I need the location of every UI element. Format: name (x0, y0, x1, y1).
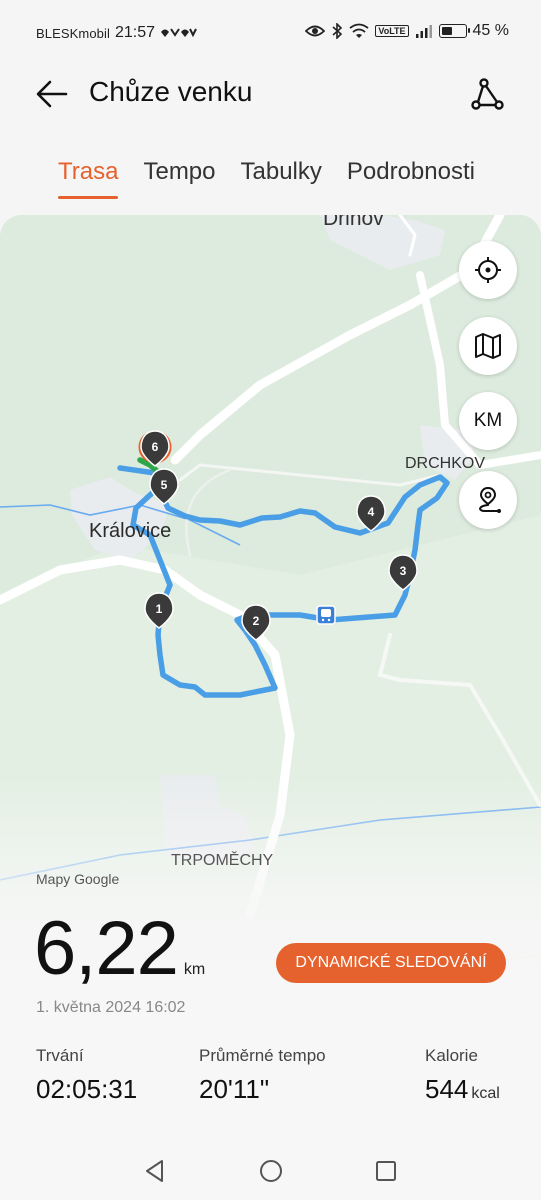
status-left: BLESKmobil 21:57 (36, 24, 197, 42)
route-pin-icon (479, 486, 501, 513)
km-marker-3-label: 3 (400, 564, 407, 578)
stat-duration-label: Trvání (36, 1046, 84, 1065)
app-header: Chůze venku (0, 66, 541, 126)
place-label-trpomechy: TRPOMĚCHY (171, 852, 274, 869)
km-marker-2-label: 2 (253, 614, 260, 628)
back-arrow-icon[interactable] (34, 76, 70, 112)
map-type-button[interactable] (459, 317, 517, 375)
live-tracking-button[interactable]: DYNAMICKÉ SLEDOVÁNÍ (276, 943, 506, 983)
page-title: Chůze venku (89, 76, 253, 107)
back-triangle-icon[interactable] (142, 1158, 168, 1184)
place-label-drinov: Drinov (323, 215, 384, 230)
km-marker-4-label: 4 (368, 505, 375, 519)
stat-pace: Průměrné tempo 20'11" (199, 1046, 326, 1105)
home-circle-icon[interactable] (258, 1158, 284, 1184)
km-marker-5-label: 5 (161, 478, 168, 492)
place-label-kralovice: Královice (89, 520, 172, 542)
status-right: VoLTE 45 % (305, 22, 509, 40)
km-marker-6-label: 6 (152, 440, 159, 454)
recenter-button[interactable] (459, 241, 517, 299)
status-bar: BLESKmobil 21:57 VoLTE 45 % (0, 0, 541, 66)
stat-calories-label: Kalorie (425, 1046, 478, 1065)
battery-icon (438, 24, 470, 38)
recents-square-icon[interactable] (373, 1158, 399, 1184)
wifi-calling-icon (161, 28, 197, 38)
tab-bar: Trasa Tempo Tabulky Podrobnosti (58, 158, 475, 199)
crosshair-icon (475, 257, 501, 283)
stat-pace-value: 20'11" (199, 1074, 270, 1104)
route-replay-button[interactable] (459, 471, 517, 529)
stat-duration-value: 02:05:31 (36, 1074, 138, 1104)
stat-pace-label: Průměrné tempo (199, 1046, 326, 1065)
tab-charts[interactable]: Tabulky (241, 158, 322, 186)
train-station-icon (316, 605, 336, 625)
activity-date: 1. května 2024 16:02 (36, 999, 186, 1016)
system-nav-bar (0, 1140, 541, 1200)
stat-calories-unit: kcal (471, 1085, 500, 1102)
stat-duration: Trvání 02:05:31 (36, 1046, 137, 1105)
tab-details[interactable]: Podrobnosti (347, 158, 475, 186)
stat-calories: Kalorie 544 kcal (425, 1046, 500, 1105)
distance-display: 6,22 km (34, 905, 205, 992)
place-label-drchkov: DRCHKOV (405, 455, 486, 472)
eye-icon (305, 25, 326, 37)
clock: 21:57 (114, 24, 156, 41)
distance-unit: km (183, 961, 206, 978)
km-markers-button[interactable]: KM (459, 392, 517, 450)
tab-pace[interactable]: Tempo (143, 158, 215, 186)
battery-percent: 45 % (472, 22, 509, 39)
map-attribution: Mapy Google (36, 871, 120, 887)
signal-icon (415, 25, 432, 38)
km-marker-1-label: 1 (156, 602, 163, 616)
volte-badge: VoLTE (375, 25, 409, 37)
stat-calories-value: 544 (425, 1074, 469, 1104)
km-toggle-label: KM (473, 410, 503, 431)
distance-value: 6,22 (34, 906, 179, 991)
bluetooth-icon (332, 23, 343, 39)
map-icon (475, 333, 501, 359)
tab-route[interactable]: Trasa (58, 158, 119, 199)
carrier-name: BLESKmobil (36, 25, 110, 41)
route-share-icon[interactable] (467, 74, 507, 114)
wifi-icon (349, 23, 369, 38)
